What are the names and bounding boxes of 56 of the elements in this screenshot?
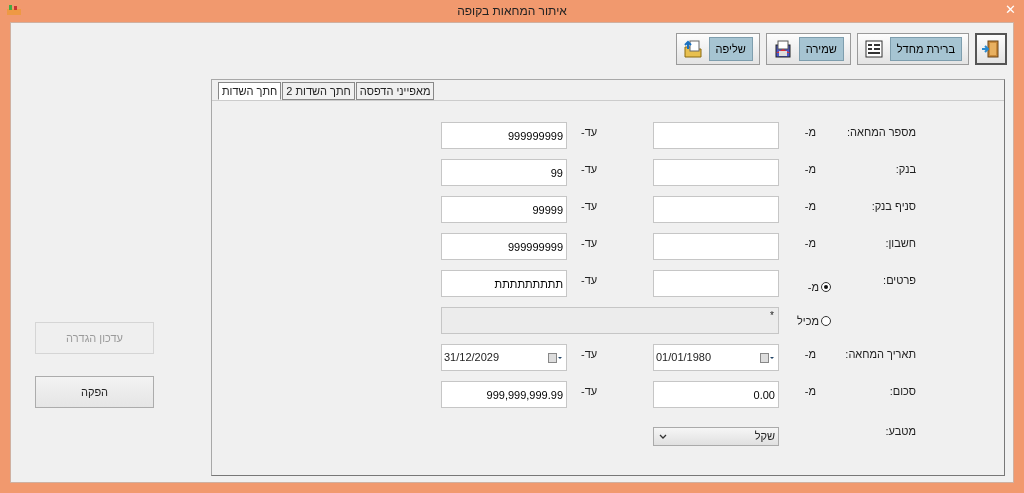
currency-dropdown[interactable]: שקל — [653, 427, 779, 446]
radio-option[interactable]: מכיל — [779, 313, 831, 329]
date-field[interactable]: 31/12/2029 — [441, 344, 567, 371]
exit-door-icon — [981, 39, 1001, 59]
input-field[interactable] — [653, 196, 779, 223]
app-icon — [7, 5, 21, 15]
generate-button[interactable]: הפקה — [35, 376, 154, 408]
tab[interactable]: חתך השדות 2 — [282, 82, 355, 100]
input-field[interactable]: 999999999 — [441, 233, 567, 260]
from-label: מ- — [803, 162, 817, 177]
field-label: תאריך המחאה: — [844, 347, 917, 362]
exit-button[interactable] — [975, 33, 1007, 65]
input-field[interactable]: תתתתתתתתת — [441, 270, 567, 297]
date-field[interactable]: 01/01/1980 — [653, 344, 779, 371]
save-button[interactable]: שמירה — [765, 33, 851, 65]
input-field[interactable]: 999,999,999.99 — [441, 381, 567, 408]
to-label: עד- — [580, 125, 599, 140]
defaults-button[interactable]: ברירת מחדל — [856, 33, 969, 65]
from-label: מ- — [803, 347, 817, 362]
field-label: מספר המחאה: — [846, 125, 917, 140]
input-field[interactable] — [653, 159, 779, 186]
calendar-dropdown-icon[interactable] — [760, 352, 774, 363]
input-field[interactable] — [653, 122, 779, 149]
to-label: עד- — [580, 384, 599, 399]
save-icon — [772, 39, 793, 59]
from-label: מ- — [803, 199, 817, 214]
input-field[interactable]: 99999 — [441, 196, 567, 223]
field-label: פרטים: — [882, 273, 917, 288]
input-field[interactable] — [653, 233, 779, 260]
folder-icon — [682, 39, 703, 59]
contains-field[interactable]: * — [441, 307, 779, 334]
tab[interactable]: חתך השדות — [218, 82, 282, 100]
input-field[interactable]: 0.00 — [653, 381, 779, 408]
to-label: עד- — [580, 236, 599, 251]
field-label: חשבון: — [884, 236, 917, 251]
to-label: עד- — [580, 162, 599, 177]
to-label: עד- — [580, 347, 599, 362]
chevron-down-icon — [659, 433, 667, 440]
to-label: עד- — [580, 273, 599, 288]
field-label: סניף בנק: — [870, 199, 917, 214]
field-label: מטבע: — [884, 424, 917, 439]
field-label: בנק: — [894, 162, 917, 177]
field-label: סכום: — [888, 384, 917, 399]
input-field[interactable]: 999999999 — [441, 122, 567, 149]
calendar-dropdown-icon[interactable] — [548, 352, 562, 363]
tab[interactable]: מאפייני הדפסה — [355, 82, 435, 100]
radio-option[interactable]: מ- — [779, 279, 831, 295]
from-label: מ- — [803, 384, 817, 399]
input-field[interactable]: 99 — [441, 159, 567, 186]
window-title: איתור המחאות בקופה — [457, 3, 567, 20]
input-field[interactable] — [653, 270, 779, 297]
retrieve-button[interactable]: שליפה — [675, 33, 760, 65]
from-label: מ- — [803, 236, 817, 251]
from-label: מ- — [803, 125, 817, 140]
form-icon — [863, 39, 884, 59]
to-label: עד- — [580, 199, 599, 214]
